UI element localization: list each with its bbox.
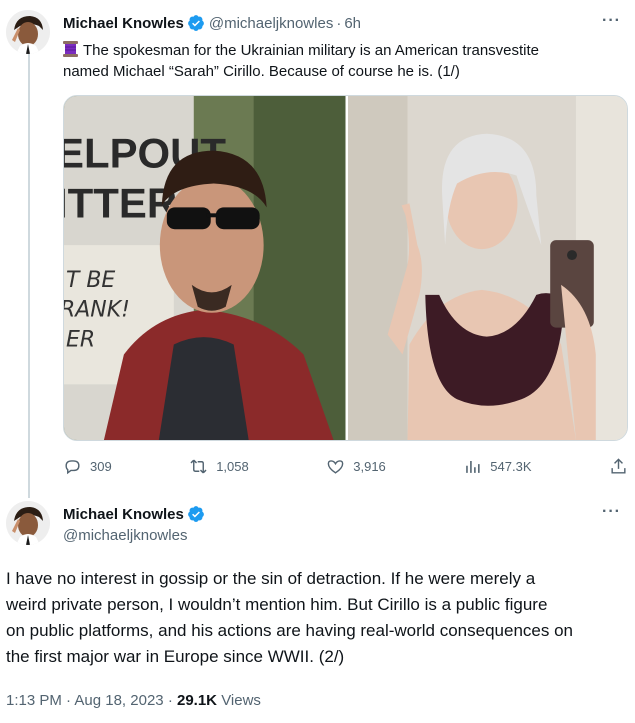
reply-button[interactable]: 309 — [63, 457, 112, 476]
photo-person-selfie — [347, 96, 627, 440]
tweet-text-line4: the first major war in Europe since WWII… — [6, 647, 345, 666]
tweet-date[interactable]: Aug 18, 2023 — [74, 692, 163, 709]
retweet-button[interactable]: 1,058 — [189, 457, 249, 476]
tweet-timestamp[interactable]: 6h — [344, 15, 361, 32]
tweet-text: The spokesman for the Ukrainian military… — [63, 40, 623, 82]
photo-man-sunglasses: ELPOUT ITTER T BE RANK! ER — [64, 96, 346, 440]
handwritten-text-1: T BE — [66, 268, 115, 293]
like-count: 3,916 — [353, 459, 386, 474]
handwritten-text-2: RANK! — [64, 298, 130, 323]
share-button[interactable] — [609, 457, 628, 476]
sign-text-2: ITTER — [64, 179, 177, 226]
retweet-count: 1,058 — [216, 459, 249, 474]
thread-connector-line — [28, 50, 30, 498]
media-photo-right[interactable] — [345, 96, 627, 440]
views-button[interactable]: 547.3K — [463, 457, 532, 476]
avatar[interactable] — [6, 10, 50, 54]
separator-dot: · — [336, 14, 342, 32]
analytics-bars-icon — [466, 460, 480, 473]
tweet-text-line2: weird private person, I wouldn’t mention… — [6, 595, 548, 614]
tweet-text-line: The spokesman for the Ukrainian military… — [63, 40, 623, 61]
retweet-icon — [190, 459, 207, 474]
views-count: 29.1K — [176, 692, 218, 709]
verified-badge-icon — [187, 506, 204, 522]
handwritten-text-3: ER — [66, 328, 95, 353]
reply-count: 309 — [90, 459, 112, 474]
tweet-meta: 1:13 PM · Aug 18, 2023 · 29.1K Views — [6, 692, 261, 709]
avatar-image — [6, 10, 50, 54]
reply-icon — [65, 460, 80, 475]
author-name[interactable]: Michael Knowles — [63, 15, 184, 32]
tweet-text-line1: I have no interest in gossip or the sin … — [6, 569, 536, 588]
share-icon — [611, 458, 626, 474]
more-options-icon[interactable]: ··· — [602, 12, 621, 30]
media-photo-left[interactable]: ELPOUT ITTER T BE RANK! ER — [64, 96, 346, 440]
views-label: Views — [221, 692, 261, 709]
separator-dot: · — [167, 692, 173, 709]
tweet-text: I have no interest in gossip or the sin … — [6, 566, 628, 670]
tweet-header: Michael Knowles @michaeljknowles · 6h — [63, 14, 361, 32]
author-handle[interactable]: @michaeljknowles — [209, 15, 333, 32]
more-options-icon[interactable]: ··· — [602, 503, 621, 521]
heart-icon — [327, 460, 344, 474]
like-button[interactable]: 3,916 — [326, 457, 386, 476]
tweet-actions-bar: 309 1,058 3,916 547.3K — [63, 457, 628, 476]
tweet-text-line2: named Michael “Sarah” Cirillo. Because o… — [63, 63, 460, 80]
tweet-header: Michael Knowles @michaeljknowles — [63, 505, 209, 544]
tweet-media-grid[interactable]: ELPOUT ITTER T BE RANK! ER — [63, 95, 628, 441]
avatar[interactable] — [6, 501, 50, 545]
author-handle[interactable]: @michaeljknowles — [63, 527, 209, 544]
tweet-text-line1: The spokesman for the Ukrainian military… — [83, 42, 540, 59]
spool-of-thread-icon — [63, 41, 78, 57]
separator-dot: · — [66, 692, 72, 709]
verified-badge-icon — [187, 15, 204, 31]
views-count: 547.3K — [490, 459, 532, 474]
tweet-time[interactable]: 1:13 PM — [6, 692, 62, 709]
tweet-text-line3: on public platforms, and his actions are… — [6, 621, 573, 640]
author-name[interactable]: Michael Knowles — [63, 506, 184, 523]
avatar-image — [6, 501, 50, 545]
